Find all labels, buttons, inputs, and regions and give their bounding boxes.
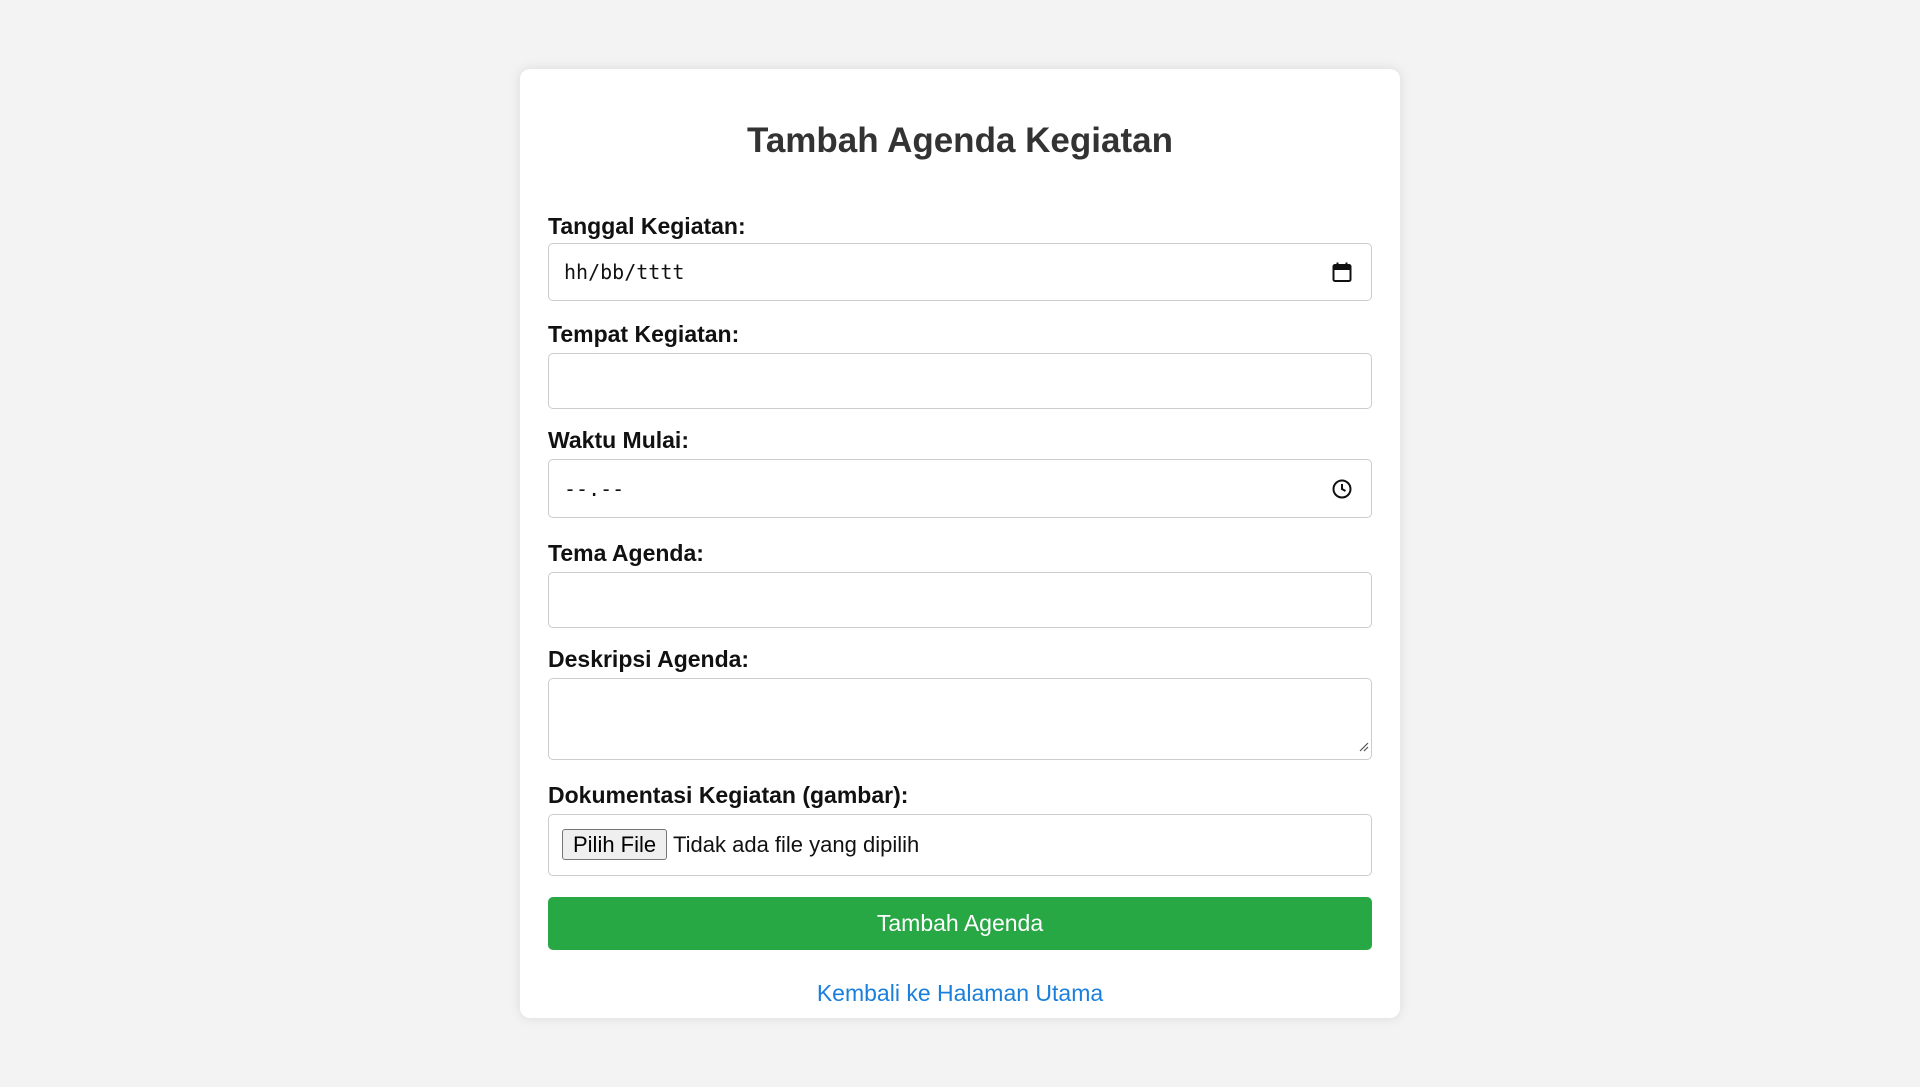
tambah-agenda-button[interactable]: Tambah Agenda bbox=[548, 897, 1372, 950]
dokumentasi-file-input[interactable]: Pilih File Tidak ada file yang dipilih bbox=[548, 814, 1372, 876]
tempat-input[interactable] bbox=[548, 353, 1372, 409]
clock-icon[interactable] bbox=[1331, 478, 1353, 505]
deskripsi-textarea[interactable] bbox=[548, 678, 1372, 760]
back-to-home-link[interactable]: Kembali ke Halaman Utama bbox=[548, 980, 1372, 1006]
dokumentasi-label: Dokumentasi Kegiatan (gambar): bbox=[548, 782, 909, 808]
tema-label: Tema Agenda: bbox=[548, 540, 704, 566]
tempat-label: Tempat Kegiatan: bbox=[548, 321, 740, 347]
resize-grip-icon[interactable] bbox=[1357, 739, 1369, 757]
tanggal-placeholder: hh/bb/tttt bbox=[564, 260, 685, 284]
file-status-text: Tidak ada file yang dipilih bbox=[673, 832, 920, 857]
waktu-time-input[interactable]: --.-- bbox=[548, 459, 1372, 518]
tanggal-date-input[interactable]: hh/bb/tttt bbox=[548, 243, 1372, 301]
form-card: Tambah Agenda Kegiatan Tanggal Kegiatan:… bbox=[520, 69, 1400, 1018]
waktu-placeholder: --.-- bbox=[564, 477, 625, 501]
choose-file-button[interactable]: Pilih File bbox=[562, 829, 668, 860]
page-title: Tambah Agenda Kegiatan bbox=[747, 121, 1173, 160]
deskripsi-label: Deskripsi Agenda: bbox=[548, 646, 750, 672]
tema-input[interactable] bbox=[548, 572, 1372, 628]
tanggal-label: Tanggal Kegiatan: bbox=[548, 213, 746, 239]
waktu-label: Waktu Mulai: bbox=[548, 427, 689, 453]
calendar-icon[interactable] bbox=[1331, 261, 1353, 288]
